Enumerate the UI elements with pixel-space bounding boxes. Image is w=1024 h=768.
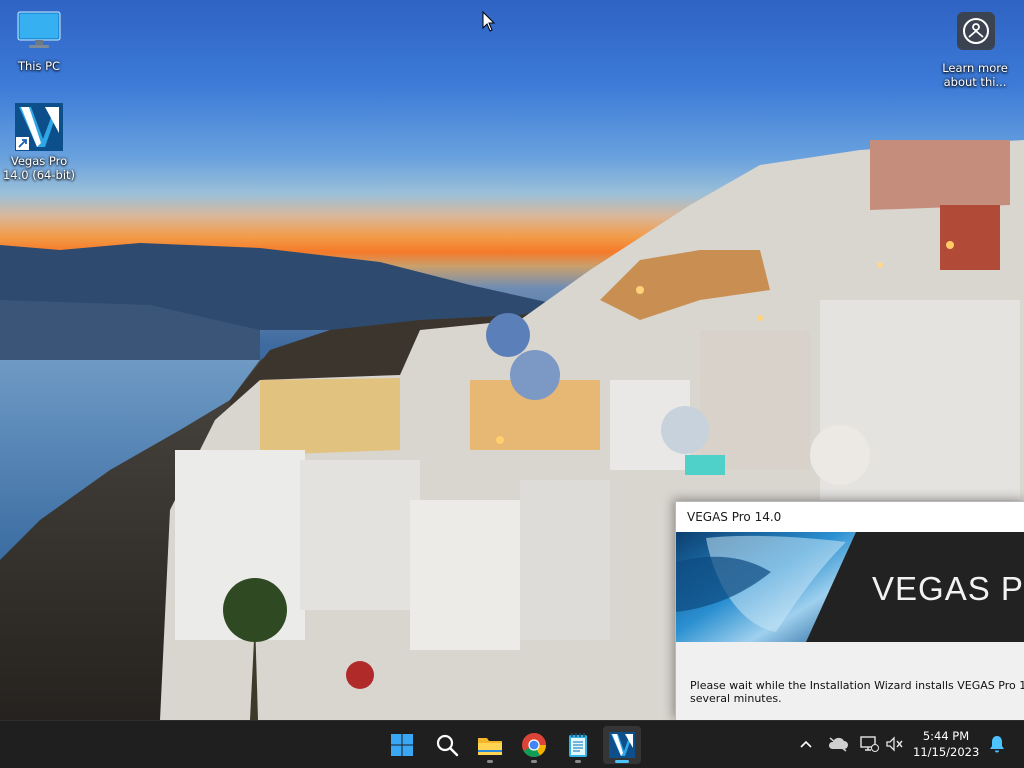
clock-time: 5:44 PM [922, 729, 970, 743]
bell-icon [990, 736, 1004, 753]
installer-window[interactable]: VEGAS Pro 14.0 VEGAS PR Pl [675, 501, 1024, 720]
chrome-icon [522, 733, 546, 758]
installer-status-line: several minutes. [690, 692, 782, 705]
app-running-indicator [531, 760, 537, 763]
installer-banner: VEGAS PR [676, 532, 1024, 642]
taskbar: 5:44 PM 11/15/2023 [0, 720, 1024, 768]
installer-status-text: Please wait while the Installation Wizar… [690, 679, 1024, 705]
desktop-icon-vegas-pro[interactable]: Vegas Pro 14.0 (64-bit) [1, 103, 77, 182]
tray-network[interactable] [858, 733, 880, 755]
desktop-icon-learn-more[interactable]: Learn more about thi... [937, 10, 1013, 89]
installer-titlebar[interactable]: VEGAS Pro 14.0 [676, 502, 1024, 532]
taskbar-file-explorer[interactable] [471, 726, 509, 764]
clock-date: 11/15/2023 [913, 745, 980, 759]
app-running-indicator [487, 760, 493, 763]
taskbar-vegas-pro[interactable] [603, 726, 641, 764]
mouse-pointer-icon [482, 11, 496, 32]
banner-product-name: VEGAS PR [872, 570, 1024, 607]
show-hidden-icons-button[interactable] [795, 733, 817, 755]
file-explorer-icon [478, 738, 502, 755]
desktop-icon-label: This PC [17, 59, 61, 73]
notepad-icon [569, 733, 587, 757]
installer-title: VEGAS Pro 14.0 [687, 510, 782, 524]
tray-volume[interactable] [884, 733, 906, 755]
onedrive-offline-icon [828, 737, 848, 752]
app-running-indicator [575, 760, 581, 763]
app-active-indicator [615, 760, 629, 763]
chevron-up-icon [800, 740, 812, 748]
desktop-icon-label: Learn more about thi... [942, 61, 1008, 89]
installer-status-line: Please wait while the Installation Wizar… [690, 679, 1024, 692]
desktop-icon-label: Vegas Pro 14.0 (64-bit) [2, 154, 76, 182]
taskbar-search-button[interactable] [428, 726, 466, 764]
notifications-button[interactable] [986, 733, 1008, 755]
taskbar-notepad[interactable] [559, 726, 597, 764]
vegas-pro-icon [609, 732, 635, 758]
desktop[interactable]: This PC Vegas Pro 14.0 (64-bit) Learn mo [0, 0, 1024, 720]
taskbar-chrome[interactable] [515, 726, 553, 764]
network-icon [860, 736, 879, 752]
taskbar-start-button[interactable] [383, 726, 421, 764]
tray-onedrive[interactable] [827, 733, 849, 755]
windows-start-icon [391, 734, 413, 756]
monitor-icon [15, 8, 63, 56]
vegas-pro-icon [15, 103, 63, 151]
desktop-icon-this-pc[interactable]: This PC [1, 8, 77, 73]
spotlight-camera-icon [951, 10, 999, 58]
volume-muted-icon [886, 736, 903, 752]
tray-clock[interactable]: 5:44 PM 11/15/2023 [913, 728, 979, 760]
search-icon [436, 734, 459, 757]
